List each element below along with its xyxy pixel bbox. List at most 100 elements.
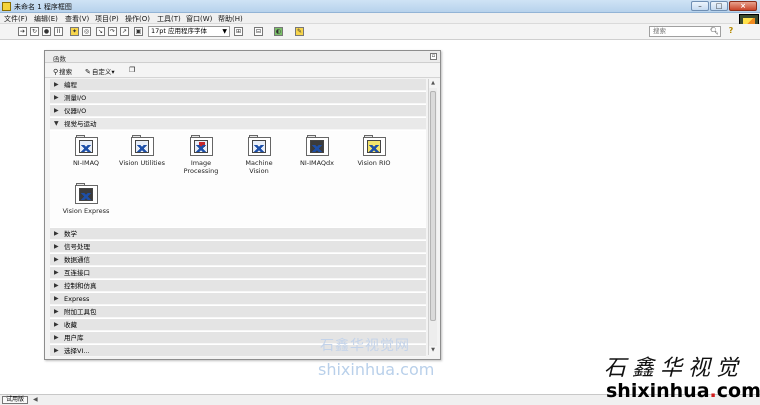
- step-out-icon[interactable]: ↗: [120, 27, 129, 36]
- run-arrow-icon[interactable]: ➔: [18, 27, 27, 36]
- menu-operate[interactable]: 操作(O): [125, 14, 150, 24]
- step-into-icon[interactable]: ↘: [96, 27, 105, 36]
- expand-arrow-icon: ▶: [54, 347, 59, 354]
- vi-image-processing[interactable]: Image Processing: [171, 135, 231, 175]
- expand-arrow-icon: ▶: [54, 295, 59, 302]
- palette-resize-button[interactable]: ❐: [129, 66, 136, 74]
- palette-search-button[interactable]: ⚲搜索: [53, 66, 72, 76]
- category-favorites[interactable]: ▶ 收藏: [50, 319, 426, 331]
- expand-arrow-icon: ▶: [54, 94, 59, 101]
- title-bar: 未命名 1 程序框图 – □ ×: [0, 0, 760, 13]
- vision-express-icon: [74, 183, 98, 204]
- vi-vision-utilities[interactable]: Vision Utilities: [112, 135, 172, 167]
- palette-title: 函数: [53, 55, 66, 63]
- distribute-objects-icon[interactable]: ⊟: [254, 27, 263, 36]
- category-express[interactable]: ▶ Express: [50, 293, 426, 305]
- watermark-text: 石鑫华视觉网: [320, 338, 410, 354]
- palette-toolbar: ⚲搜索 ✎自定义▾ ❐: [45, 64, 440, 78]
- palette-search-label: 搜索: [59, 68, 73, 76]
- expand-arrow-icon: ▶: [54, 256, 59, 263]
- reorder-icon[interactable]: ◐: [274, 27, 283, 36]
- category-signal-processing[interactable]: ▶ 信号处理: [50, 241, 426, 253]
- category-control-simulation[interactable]: ▶ 控制和仿真: [50, 280, 426, 292]
- font-select-value: 17pt 应用程序字体: [151, 27, 208, 35]
- menu-window[interactable]: 窗口(W): [186, 14, 212, 24]
- wrench-icon: ✎: [85, 68, 91, 76]
- pin-icon[interactable]: ▫: [430, 53, 437, 60]
- menu-edit[interactable]: 编辑(E): [34, 14, 58, 24]
- functions-palette: 函数 ▫ ⚲搜索 ✎自定义▾ ❐ ▶ 编程 ▶ 测量I/O ▶ 仪器I/O ▼ …: [44, 50, 441, 360]
- expand-arrow-icon: ▶: [54, 282, 59, 289]
- menu-view[interactable]: 查看(V): [65, 14, 89, 24]
- search-icon[interactable]: 🔍︎: [710, 27, 719, 35]
- align-objects-icon[interactable]: ⊞: [234, 27, 243, 36]
- window-title: 未命名 1 程序框图: [14, 3, 72, 11]
- minimize-button[interactable]: –: [691, 1, 709, 11]
- vi-vision-express[interactable]: Vision Express: [56, 183, 116, 215]
- watermark-logo-url: shixinhua.com: [606, 380, 760, 402]
- menu-file[interactable]: 文件(F): [4, 14, 28, 24]
- run-continuously-icon[interactable]: ↻: [30, 27, 39, 36]
- watermark-logo-text: 石鑫华视觉: [604, 356, 745, 381]
- category-addons[interactable]: ▶ 附加工具包: [50, 306, 426, 318]
- palette-customize-label: 自定义▾: [91, 68, 115, 76]
- palette-scrollbar[interactable]: ▲ ▼: [428, 79, 437, 355]
- image-processing-icon: [189, 135, 213, 156]
- scroll-thumb[interactable]: [430, 91, 436, 321]
- toolbar: ➔ ↻ ● II ✦ ◎ ↘ ↷ ↗ ▣ 17pt 应用程序字体 ▼ ⊞ ⊟ ◐…: [0, 24, 760, 40]
- retain-wire-values-icon[interactable]: ◎: [82, 27, 91, 36]
- abort-icon[interactable]: ●: [42, 27, 51, 36]
- watermark-url: shixinhua.com: [318, 360, 435, 379]
- vi-machine-vision[interactable]: Machine Vision: [229, 135, 289, 175]
- vi-ni-imaqdx[interactable]: NI-IMAQdx: [287, 135, 347, 167]
- menu-tools[interactable]: 工具(T): [157, 14, 181, 24]
- vi-ni-imaq[interactable]: NI-IMAQ: [56, 135, 116, 167]
- collapse-arrow-icon: ▼: [54, 120, 59, 127]
- close-button[interactable]: ×: [729, 1, 757, 11]
- category-mathematics[interactable]: ▶ 数学: [50, 228, 426, 240]
- step-over-icon[interactable]: ↷: [108, 27, 117, 36]
- machine-vision-icon: [247, 135, 271, 156]
- expand-arrow-icon: ▶: [54, 321, 59, 328]
- scroll-down-arrow-icon[interactable]: ▼: [429, 346, 437, 355]
- context-help-button[interactable]: ?: [726, 26, 736, 37]
- vision-motion-subpalette: NI-IMAQ Vision Utilities Image Processin…: [50, 131, 426, 227]
- palette-title-bar[interactable]: 函数 ▫: [45, 51, 440, 63]
- vision-utilities-icon: [130, 135, 154, 156]
- category-vision-motion[interactable]: ▼ 视觉与运动: [50, 118, 426, 130]
- expand-arrow-icon: ▶: [54, 334, 59, 341]
- chevron-down-icon: ▼: [222, 28, 227, 35]
- highlight-execution-icon[interactable]: ✦: [70, 27, 79, 36]
- palette-customize-button[interactable]: ✎自定义▾: [85, 66, 115, 76]
- expand-arrow-icon: ▶: [54, 269, 59, 276]
- menu-bar: 文件(F) 编辑(E) 查看(V) 项目(P) 操作(O) 工具(T) 窗口(W…: [0, 13, 760, 36]
- category-instrument-io[interactable]: ▶ 仪器I/O: [50, 105, 426, 117]
- menu-project[interactable]: 项目(P): [95, 14, 119, 24]
- cleanup-diagram-icon[interactable]: ✎: [295, 27, 304, 36]
- category-connectivity[interactable]: ▶ 互连接口: [50, 267, 426, 279]
- breakpoint-icon[interactable]: ▣: [134, 27, 143, 36]
- vision-rio-icon: [362, 135, 386, 156]
- font-select[interactable]: 17pt 应用程序字体 ▼: [148, 26, 230, 37]
- ni-imaqdx-icon: [305, 135, 329, 156]
- pause-icon[interactable]: II: [54, 27, 63, 36]
- menu-help[interactable]: 帮助(H): [218, 14, 243, 24]
- ni-imaq-icon: [74, 135, 98, 156]
- labview-app-icon: [2, 2, 11, 11]
- expand-arrow-icon: ▶: [54, 230, 59, 237]
- scroll-up-arrow-icon[interactable]: ▲: [429, 79, 437, 88]
- category-data-communication[interactable]: ▶ 数据通信: [50, 254, 426, 266]
- magnifier-icon: ⚲: [53, 68, 59, 76]
- category-programming[interactable]: ▶ 编程: [50, 79, 426, 91]
- edition-tag: 试用版: [2, 396, 28, 404]
- scroll-left-icon[interactable]: ◀: [33, 396, 38, 403]
- maximize-button[interactable]: □: [710, 1, 728, 11]
- window-icon: ❐: [129, 66, 136, 74]
- expand-arrow-icon: ▶: [54, 107, 59, 114]
- palette-category-list: ▶ 编程 ▶ 测量I/O ▶ 仪器I/O ▼ 视觉与运动 NI-IMAQ Vis…: [50, 79, 426, 357]
- expand-arrow-icon: ▶: [54, 81, 59, 88]
- vi-vision-rio[interactable]: Vision RIO: [344, 135, 404, 167]
- expand-arrow-icon: ▶: [54, 243, 59, 250]
- category-measurement-io[interactable]: ▶ 测量I/O: [50, 92, 426, 104]
- expand-arrow-icon: ▶: [54, 308, 59, 315]
